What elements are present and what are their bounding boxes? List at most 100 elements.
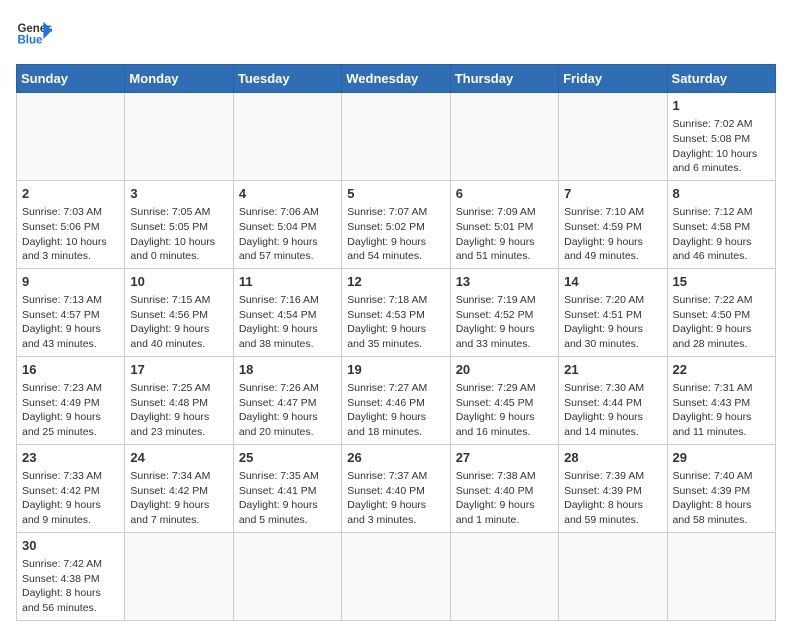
day-info: Sunrise: 7:34 AM Sunset: 4:42 PM Dayligh… (130, 469, 227, 528)
day-number: 13 (456, 273, 553, 291)
day-info: Sunrise: 7:33 AM Sunset: 4:42 PM Dayligh… (22, 469, 119, 528)
calendar-cell: 14Sunrise: 7:20 AM Sunset: 4:51 PM Dayli… (559, 268, 667, 356)
day-info: Sunrise: 7:06 AM Sunset: 5:04 PM Dayligh… (239, 205, 336, 264)
day-info: Sunrise: 7:25 AM Sunset: 4:48 PM Dayligh… (130, 381, 227, 440)
calendar-cell (342, 93, 450, 181)
day-info: Sunrise: 7:38 AM Sunset: 4:40 PM Dayligh… (456, 469, 553, 528)
logo: General Blue (16, 16, 52, 52)
day-number: 16 (22, 361, 119, 379)
day-number: 6 (456, 185, 553, 203)
day-info: Sunrise: 7:18 AM Sunset: 4:53 PM Dayligh… (347, 293, 444, 352)
day-info: Sunrise: 7:09 AM Sunset: 5:01 PM Dayligh… (456, 205, 553, 264)
day-info: Sunrise: 7:39 AM Sunset: 4:39 PM Dayligh… (564, 469, 661, 528)
day-number: 3 (130, 185, 227, 203)
day-number: 12 (347, 273, 444, 291)
day-number: 17 (130, 361, 227, 379)
weekday-header-monday: Monday (125, 65, 233, 93)
calendar-cell: 13 Sunrise: 7:19 AM Sunset: 4:52 PM Dayli… (450, 268, 558, 356)
calendar-cell: 8 Sunrise: 7:12 AM Sunset: 4:58 PM Daylig… (667, 180, 775, 268)
calendar-cell: 20Sunrise: 7:29 AM Sunset: 4:45 PM Dayli… (450, 356, 558, 444)
day-number: 26 (347, 449, 444, 467)
day-info: Sunrise: 7:12 AM Sunset: 4:58 PM Dayligh… (673, 205, 770, 264)
day-number: 23 (22, 449, 119, 467)
day-number: 15 (673, 273, 770, 291)
day-info: Sunrise: 7:35 AM Sunset: 4:41 PM Dayligh… (239, 469, 336, 528)
day-number: 11 (239, 273, 336, 291)
calendar-cell: 2Sunrise: 7:03 AM Sunset: 5:06 PM Daylig… (17, 180, 125, 268)
calendar-cell: 21 Sunrise: 7:30 AM Sunset: 4:44 PM Dayli… (559, 356, 667, 444)
calendar-cell: 25 Sunrise: 7:35 AM Sunset: 4:41 PM Dayli… (233, 444, 341, 532)
day-info: Sunrise: 7:02 AM Sunset: 5:08 PM Dayligh… (673, 117, 770, 176)
calendar-cell: 19Sunrise: 7:27 AM Sunset: 4:46 PM Dayli… (342, 356, 450, 444)
calendar-cell: 22 Sunrise: 7:31 AM Sunset: 4:43 PM Dayli… (667, 356, 775, 444)
calendar-cell: 12 Sunrise: 7:18 AM Sunset: 4:53 PM Dayli… (342, 268, 450, 356)
calendar-cell (17, 93, 125, 181)
calendar-week-3: 9Sunrise: 7:13 AM Sunset: 4:57 PM Daylig… (17, 268, 776, 356)
calendar-cell: 18 Sunrise: 7:26 AM Sunset: 4:47 PM Dayli… (233, 356, 341, 444)
day-info: Sunrise: 7:10 AM Sunset: 4:59 PM Dayligh… (564, 205, 661, 264)
calendar-cell: 1 Sunrise: 7:02 AM Sunset: 5:08 PM Daylig… (667, 93, 775, 181)
calendar-cell (125, 93, 233, 181)
calendar-cell (342, 532, 450, 620)
day-number: 27 (456, 449, 553, 467)
calendar-week-1: 1 Sunrise: 7:02 AM Sunset: 5:08 PM Daylig… (17, 93, 776, 181)
calendar-cell (559, 532, 667, 620)
day-number: 8 (673, 185, 770, 203)
calendar-cell: 29Sunrise: 7:40 AM Sunset: 4:39 PM Dayli… (667, 444, 775, 532)
weekday-header-row: SundayMondayTuesdayWednesdayThursdayFrid… (17, 65, 776, 93)
calendar-cell: 9Sunrise: 7:13 AM Sunset: 4:57 PM Daylig… (17, 268, 125, 356)
calendar-cell (667, 532, 775, 620)
day-info: Sunrise: 7:30 AM Sunset: 4:44 PM Dayligh… (564, 381, 661, 440)
calendar-cell (233, 532, 341, 620)
day-number: 21 (564, 361, 661, 379)
day-number: 2 (22, 185, 119, 203)
calendar-cell: 5Sunrise: 7:07 AM Sunset: 5:02 PM Daylig… (342, 180, 450, 268)
day-number: 19 (347, 361, 444, 379)
calendar-week-4: 16Sunrise: 7:23 AM Sunset: 4:49 PM Dayli… (17, 356, 776, 444)
logo-icon: General Blue (16, 16, 52, 52)
calendar-cell: 30Sunrise: 7:42 AM Sunset: 4:38 PM Dayli… (17, 532, 125, 620)
day-number: 28 (564, 449, 661, 467)
day-number: 24 (130, 449, 227, 467)
day-info: Sunrise: 7:19 AM Sunset: 4:52 PM Dayligh… (456, 293, 553, 352)
calendar-cell: 11Sunrise: 7:16 AM Sunset: 4:54 PM Dayli… (233, 268, 341, 356)
calendar-cell (233, 93, 341, 181)
day-number: 14 (564, 273, 661, 291)
day-info: Sunrise: 7:22 AM Sunset: 4:50 PM Dayligh… (673, 293, 770, 352)
day-info: Sunrise: 7:29 AM Sunset: 4:45 PM Dayligh… (456, 381, 553, 440)
day-number: 5 (347, 185, 444, 203)
calendar-cell: 16Sunrise: 7:23 AM Sunset: 4:49 PM Dayli… (17, 356, 125, 444)
day-number: 10 (130, 273, 227, 291)
weekday-header-thursday: Thursday (450, 65, 558, 93)
day-number: 7 (564, 185, 661, 203)
page-header: General Blue (16, 16, 776, 52)
day-number: 25 (239, 449, 336, 467)
calendar-cell: 15 Sunrise: 7:22 AM Sunset: 4:50 PM Dayli… (667, 268, 775, 356)
day-info: Sunrise: 7:31 AM Sunset: 4:43 PM Dayligh… (673, 381, 770, 440)
calendar-cell: 7 Sunrise: 7:10 AM Sunset: 4:59 PM Daylig… (559, 180, 667, 268)
day-number: 1 (673, 97, 770, 115)
calendar-cell: 28 Sunrise: 7:39 AM Sunset: 4:39 PM Dayli… (559, 444, 667, 532)
day-number: 18 (239, 361, 336, 379)
calendar-cell: 17 Sunrise: 7:25 AM Sunset: 4:48 PM Dayli… (125, 356, 233, 444)
day-info: Sunrise: 7:15 AM Sunset: 4:56 PM Dayligh… (130, 293, 227, 352)
calendar-cell: 6 Sunrise: 7:09 AM Sunset: 5:01 PM Daylig… (450, 180, 558, 268)
calendar-week-2: 2Sunrise: 7:03 AM Sunset: 5:06 PM Daylig… (17, 180, 776, 268)
day-info: Sunrise: 7:26 AM Sunset: 4:47 PM Dayligh… (239, 381, 336, 440)
calendar-cell: 3Sunrise: 7:05 AM Sunset: 5:05 PM Daylig… (125, 180, 233, 268)
calendar-cell (559, 93, 667, 181)
day-info: Sunrise: 7:13 AM Sunset: 4:57 PM Dayligh… (22, 293, 119, 352)
calendar-cell (125, 532, 233, 620)
day-info: Sunrise: 7:40 AM Sunset: 4:39 PM Dayligh… (673, 469, 770, 528)
day-info: Sunrise: 7:42 AM Sunset: 4:38 PM Dayligh… (22, 557, 119, 616)
calendar-cell: 10 Sunrise: 7:15 AM Sunset: 4:56 PM Dayli… (125, 268, 233, 356)
calendar-cell (450, 532, 558, 620)
calendar-week-6: 30Sunrise: 7:42 AM Sunset: 4:38 PM Dayli… (17, 532, 776, 620)
calendar-cell: 4Sunrise: 7:06 AM Sunset: 5:04 PM Daylig… (233, 180, 341, 268)
weekday-header-wednesday: Wednesday (342, 65, 450, 93)
weekday-header-saturday: Saturday (667, 65, 775, 93)
calendar-week-5: 23 Sunrise: 7:33 AM Sunset: 4:42 PM Dayli… (17, 444, 776, 532)
day-number: 22 (673, 361, 770, 379)
weekday-header-tuesday: Tuesday (233, 65, 341, 93)
calendar-cell: 27 Sunrise: 7:38 AM Sunset: 4:40 PM Dayli… (450, 444, 558, 532)
